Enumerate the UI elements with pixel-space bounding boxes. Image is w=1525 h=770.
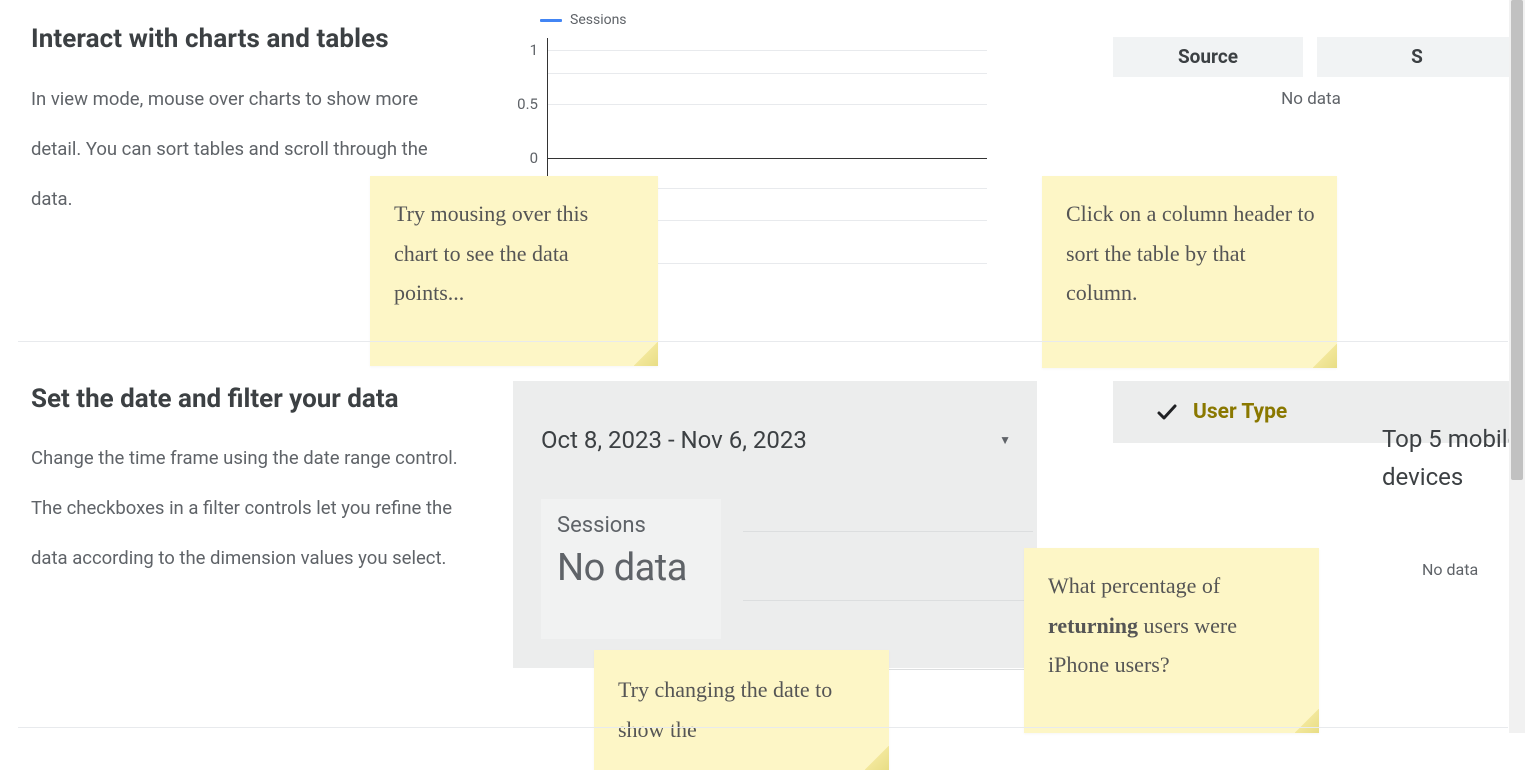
date-scorecard-panel: Oct 8, 2023 - Nov 6, 2023 ▼ Sessions No …	[513, 381, 1037, 668]
sticky-note-mouseover: Try mousing over this chart to see the d…	[370, 176, 658, 366]
vertical-scrollbar[interactable]	[1509, 0, 1525, 733]
section-filter-body: Change the time frame using the date ran…	[31, 434, 471, 584]
top5-mobile-title: Top 5 mobile devices	[1382, 420, 1525, 497]
sticky4-pre: What percentage of	[1048, 573, 1220, 598]
column-header-source[interactable]: Source	[1113, 37, 1303, 77]
section-divider-bottom	[18, 727, 1508, 728]
table-no-data: No data	[1113, 77, 1509, 121]
section-filter-title: Set the date and filter your data	[31, 384, 399, 414]
chart-y-axis: 1 0.5 0	[510, 40, 538, 170]
ytick-0: 0	[530, 149, 538, 167]
legend-label: Sessions	[570, 12, 627, 28]
check-icon	[1155, 400, 1179, 424]
filter-label: User Type	[1193, 400, 1287, 424]
sessions-scorecard[interactable]: Sessions No data	[541, 499, 721, 639]
section-interact-title: Interact with charts and tables	[31, 24, 389, 54]
scorecard-label: Sessions	[557, 513, 705, 538]
date-range-value: Oct 8, 2023 - Nov 6, 2023	[541, 426, 807, 454]
table-header-row: Source S	[1113, 23, 1509, 77]
scrollbar-thumb[interactable]	[1511, 0, 1523, 480]
ytick-0-5: 0.5	[517, 95, 538, 113]
scorecard-value: No data	[557, 546, 705, 590]
sticky-note-returning-users: What percentage of returning users were …	[1024, 548, 1319, 733]
section-divider	[18, 341, 1508, 342]
top5-no-data: No data	[1422, 560, 1478, 579]
sticky-note-sort: Click on a column header to sort the tab…	[1042, 176, 1337, 368]
caret-down-icon: ▼	[999, 433, 1011, 447]
sticky-note-change-date: Try changing the date to show the	[594, 650, 889, 770]
column-header-secondary[interactable]: S	[1317, 37, 1517, 77]
legend-swatch-sessions	[540, 19, 562, 22]
ytick-1: 1	[530, 41, 538, 59]
sticky4-bold: returning	[1048, 613, 1138, 638]
chart-legend: Sessions	[540, 12, 627, 28]
date-range-control[interactable]: Oct 8, 2023 - Nov 6, 2023 ▼	[541, 426, 1011, 454]
